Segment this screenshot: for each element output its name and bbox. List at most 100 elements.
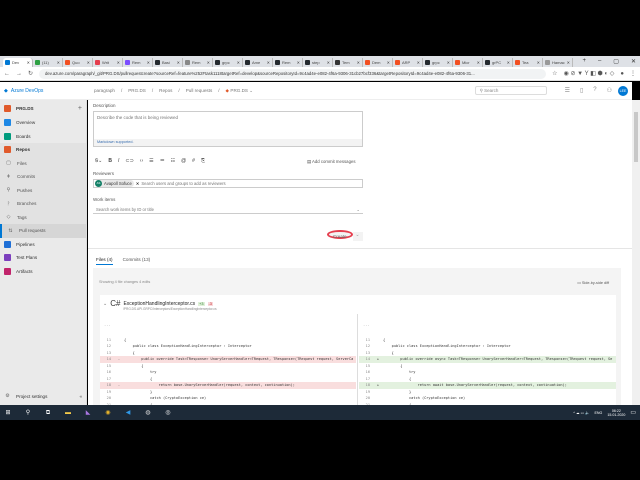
sidebar-item-tags[interactable]: ◇ Tags [0, 210, 86, 224]
browser-tab[interactable]: Writ ✕ [93, 58, 123, 67]
page-scrollbar[interactable] [632, 100, 640, 405]
search-input[interactable]: ⚲ Search [474, 86, 547, 95]
breadcrumb-pull-requests[interactable]: Pull requests [186, 88, 213, 94]
close-tab-icon[interactable]: ✕ [357, 60, 360, 65]
close-tab-icon[interactable]: ✕ [477, 60, 480, 65]
browser-tab[interactable]: step ✕ [303, 58, 333, 67]
file-explorer-icon[interactable]: ▬ [64, 409, 72, 417]
tab-files[interactable]: Files (4) [96, 257, 113, 265]
menu-icon[interactable]: ⋮ [630, 70, 636, 77]
bold-icon[interactable]: B [108, 158, 112, 164]
marketplace-icon[interactable]: ▯ [580, 87, 583, 94]
visual-studio-icon[interactable]: ◣ [84, 409, 92, 417]
browser-tab[interactable]: Tem ✕ [333, 58, 363, 67]
collapse-icon[interactable]: « [79, 394, 82, 399]
close-tab-icon[interactable]: ✕ [417, 60, 420, 65]
new-tab-button[interactable]: + [582, 58, 586, 64]
close-tab-icon[interactable]: ✕ [87, 60, 90, 65]
browser-tab[interactable]: (11) ✕ [33, 58, 63, 67]
sidebar-item-overview[interactable]: Overview [0, 116, 86, 130]
maximize-button[interactable]: ▢ [613, 58, 619, 65]
close-tab-icon[interactable]: ✕ [237, 60, 240, 65]
create-options-chevron-icon[interactable]: ⌄ [352, 232, 363, 241]
browser-tab[interactable]: Rem ✕ [123, 58, 153, 67]
breadcrumb-project[interactable]: PRG.DS [128, 88, 146, 94]
close-tab-icon[interactable]: ✕ [507, 60, 510, 65]
description-textarea[interactable]: Describe the code that is being reviewed… [93, 111, 363, 147]
sidebar-item-commits[interactable]: ǂ Commits [0, 170, 86, 184]
app-icon[interactable]: ◍ [144, 409, 152, 417]
breadcrumb-repo-selector[interactable]: ◆ PRG.DS ⌄ [226, 88, 254, 94]
hashtag-icon[interactable]: # [192, 158, 195, 164]
close-tab-icon[interactable]: ✕ [57, 60, 60, 65]
tab-commits[interactable]: Commits (13) [123, 257, 151, 265]
browser-tab[interactable]: Dev ✕ [3, 58, 33, 67]
clock[interactable]: 06:22 15.01.2020 [607, 409, 625, 417]
code-icon[interactable]: ‹› [140, 158, 143, 164]
bookmark-star-icon[interactable]: ☆ [552, 70, 557, 77]
task-view-icon[interactable]: ⧉ [44, 409, 52, 417]
vscode-icon[interactable]: ◀ [124, 409, 132, 417]
sidebar-item-repos[interactable]: Repos [0, 143, 86, 157]
browser-tab[interactable]: Micr ✕ [453, 58, 483, 67]
sidebar-item-branches[interactable]: ᚹ Branches [0, 197, 86, 211]
close-tab-icon[interactable]: ✕ [447, 60, 450, 65]
help-icon[interactable]: ? [593, 87, 596, 94]
create-button[interactable]: Create [327, 230, 353, 239]
breadcrumb-repos[interactable]: Repos [159, 88, 172, 94]
attach-icon[interactable]: ⎘ [201, 158, 205, 164]
mention-icon[interactable]: @ [181, 158, 186, 164]
minimize-button[interactable]: – [598, 58, 601, 64]
browser-tab[interactable]: Quo ✕ [63, 58, 93, 67]
browser-tab[interactable]: Rem ✕ [183, 58, 213, 67]
numbered-list-icon[interactable]: ≔ [160, 158, 165, 164]
list-icon[interactable]: ☰ [565, 87, 570, 94]
windows-start-icon[interactable]: ⊞ [4, 409, 12, 417]
breadcrumb-org[interactable]: paragraph [94, 88, 115, 94]
close-tab-icon[interactable]: ✕ [207, 60, 210, 65]
browser-tab[interactable]: Rem ✕ [273, 58, 303, 67]
browser-tab[interactable]: Basi ✕ [153, 58, 183, 67]
browser-tab[interactable]: Dem ✕ [363, 58, 393, 67]
reviewers-input[interactable]: AS Avapoll Sofuce ✕ Search users and gro… [93, 179, 363, 188]
link-icon[interactable]: ⊂⊃ [125, 158, 133, 164]
close-tab-icon[interactable]: ✕ [327, 60, 330, 65]
close-tab-icon[interactable]: ✕ [387, 60, 390, 65]
profile-icon[interactable]: ● [620, 71, 624, 77]
sidebar-item-test-plans[interactable]: Test Plans [0, 251, 86, 265]
back-icon[interactable]: ← [4, 71, 10, 77]
close-tab-icon[interactable]: ✕ [267, 60, 270, 65]
close-tab-icon[interactable]: ✕ [177, 60, 180, 65]
markdown-link[interactable]: Markdown supported. [94, 139, 362, 146]
search-icon[interactable]: ⚲ [24, 409, 32, 417]
url-input[interactable]: dev.azure.com/paragraph/_git/PRG.DS/pull… [39, 68, 547, 79]
chevron-down-icon[interactable]: ⌄ [103, 301, 107, 307]
sidebar-item-artifacts[interactable]: Artifacts [0, 265, 86, 279]
close-tab-icon[interactable]: ✕ [147, 60, 150, 65]
azure-devops-logo[interactable]: ◆ Azure DevOps [4, 88, 89, 94]
side-by-side-toggle[interactable]: ▭ Side-by-side diff [577, 280, 609, 285]
browser-tab[interactable]: Ame ✕ [243, 58, 273, 67]
browser-tab[interactable]: ARP ✕ [393, 58, 423, 67]
sidebar-item-pull-requests[interactable]: ⇅ Pull requests [0, 224, 86, 238]
italic-icon[interactable]: I [118, 158, 119, 164]
add-icon[interactable]: + [78, 105, 82, 112]
notifications-icon[interactable]: ▭ [630, 409, 636, 416]
close-tab-icon[interactable]: ✕ [537, 60, 540, 65]
close-window-button[interactable]: ✕ [631, 58, 636, 65]
chrome-icon[interactable]: ◉ [104, 409, 112, 417]
browser-tab[interactable]: grpc ✕ [423, 58, 453, 67]
sidebar-item-pushes[interactable]: ⚲ Pushes [0, 183, 86, 197]
browser-tab[interactable]: Hamac ✕ [543, 58, 573, 67]
close-tab-icon[interactable]: ✕ [27, 60, 30, 65]
sidebar-project[interactable]: PRG.DS + [0, 100, 86, 116]
language-indicator[interactable]: ENG [595, 411, 603, 415]
extensions-icons[interactable]: ◉ ⊘ ▼ Y ◧ ⬢ ◐ ◇ [564, 70, 615, 77]
forward-icon[interactable]: → [16, 71, 22, 77]
tray-icons[interactable]: ^ ☁ ▭ 🔈 [573, 411, 589, 415]
github-desktop-icon[interactable]: ◎ [164, 409, 172, 417]
browser-tab[interactable]: grPC ✕ [483, 58, 513, 67]
avatar[interactable]: LEE [618, 85, 628, 96]
close-tab-icon[interactable]: ✕ [297, 60, 300, 65]
user-settings-icon[interactable]: ⚇ [607, 87, 612, 94]
